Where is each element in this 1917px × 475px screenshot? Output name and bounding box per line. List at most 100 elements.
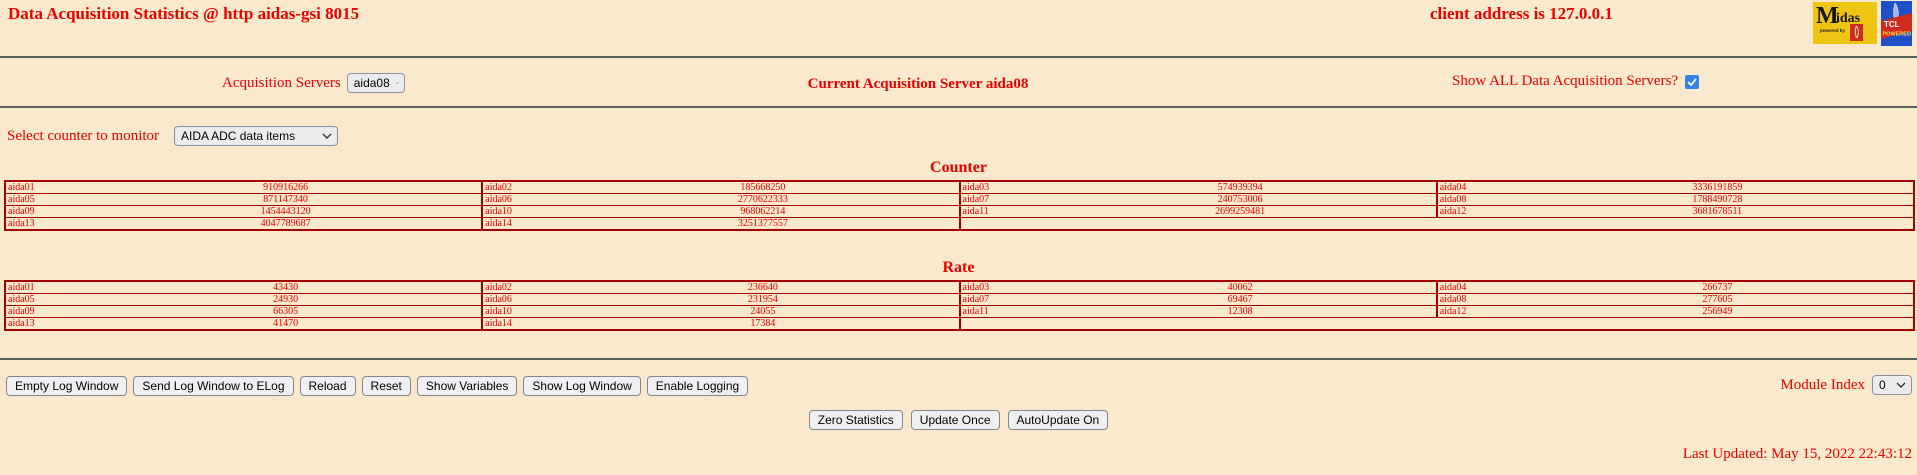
counter-cell-name: aida03 xyxy=(958,180,1045,194)
counter-cell-value: 3251377557 xyxy=(567,217,961,231)
counter-cell-name: aida08 xyxy=(1435,193,1522,206)
rate-cell-value: 231954 xyxy=(567,293,961,306)
svg-text:idas: idas xyxy=(1836,11,1861,26)
counter-cell-value: 968062214 xyxy=(567,205,961,218)
counter-cell-name: aida13 xyxy=(4,217,90,231)
rate-cell-name: aida06 xyxy=(481,293,568,306)
update-controls: Zero Statistics Update Once AutoUpdate On xyxy=(0,410,1917,430)
counter-cell-value: 2699259481 xyxy=(1044,205,1438,218)
counter-cell-name: aida10 xyxy=(481,205,568,218)
counter-cell-value: 185668250 xyxy=(567,180,961,194)
client-address: client address is 127.0.0.1 xyxy=(1430,4,1613,23)
module-index-select[interactable]: 0 xyxy=(1872,375,1912,395)
rate-section-title: Rate xyxy=(942,259,975,276)
rate-cell-name: aida08 xyxy=(1435,293,1522,306)
counter-row: aida01 910916266 aida02 185668250 aida03 5749… xyxy=(4,180,1916,194)
counter-cell-value: 4047789687 xyxy=(90,217,484,231)
counter-section-title: Counter xyxy=(930,159,987,176)
counter-cell-value: 3681678511 xyxy=(1521,205,1916,218)
counter-select-label: Select counter to monitor xyxy=(7,127,160,144)
rate-cell-name: aida03 xyxy=(958,280,1045,294)
footer-divider xyxy=(0,358,1917,360)
rate-cell-name: aida12 xyxy=(1435,305,1522,318)
midas-logo-image: M idas powered by xyxy=(1813,2,1877,44)
chevron-down-icon xyxy=(322,133,332,139)
update-autoupdate-on-button[interactable]: AutoUpdate On xyxy=(1007,410,1109,430)
counter-cell-value: 2770622333 xyxy=(567,193,961,206)
counter-cell-value: 240753006 xyxy=(1044,193,1438,206)
rate-cell-value: 24055 xyxy=(567,305,961,318)
svg-text:powered by: powered by xyxy=(1820,28,1846,33)
tcl-powered-logo[interactable]: TCL POWERED xyxy=(1881,1,1912,46)
counter-table-container: aida01 910916266 aida02 185668250 aida03 5749… xyxy=(4,180,1916,231)
page-title: Data Acquisition Statistics @ http aidas… xyxy=(8,4,360,23)
rate-row: aida09 66305 aida10 24055 aida11 12308 aida12 2… xyxy=(4,305,1916,318)
toolbar-empty-log-window-button[interactable]: Empty Log Window xyxy=(6,376,128,396)
svg-text:TCL: TCL xyxy=(1884,20,1900,29)
log-toolbar: Empty Log Window Send Log Window to ELog R… xyxy=(6,376,749,396)
toolbar-reload-button[interactable]: Reload xyxy=(299,376,356,396)
counter-cell-value: 3336191859 xyxy=(1521,180,1916,194)
rate-cell-name: aida11 xyxy=(958,305,1045,318)
tcl-powered-logo-image: TCL POWERED xyxy=(1881,1,1912,46)
counter-cell-name: aida11 xyxy=(958,205,1045,218)
rate-cell-name: aida10 xyxy=(481,305,568,318)
rate-cell-value: 69467 xyxy=(1044,293,1438,306)
counter-cell-name: aida01 xyxy=(4,180,90,194)
toolbar-send-log-window-to-elog-button[interactable]: Send Log Window to ELog xyxy=(133,376,294,396)
rate-cell-value: 12308 xyxy=(1044,305,1438,318)
rate-cell-name: aida13 xyxy=(4,317,90,331)
show-all-label: Show ALL Data Acquisition Servers? xyxy=(1452,73,1679,89)
counter-row: aida09 1454443120 aida10 968062214 aida11 269… xyxy=(4,205,1916,218)
chevron-down-icon xyxy=(1896,382,1906,388)
module-index-label: Module Index xyxy=(1780,376,1865,393)
counter-cell-name: aida05 xyxy=(4,193,90,206)
rate-cell-value: 24930 xyxy=(90,293,484,306)
update-update-once-button[interactable]: Update Once xyxy=(910,410,1000,430)
rate-cell-name: aida14 xyxy=(481,317,568,331)
rate-cell-value: 277605 xyxy=(1521,293,1916,306)
toolbar-enable-logging-button[interactable]: Enable Logging xyxy=(646,376,749,396)
rate-cell-name: aida04 xyxy=(1435,280,1522,294)
counter-cell-value: 1788490728 xyxy=(1521,193,1916,206)
toolbar-reset-button[interactable]: Reset xyxy=(361,376,411,396)
counter-cell-name: aida07 xyxy=(958,193,1045,206)
module-index-group: Module Index 0 xyxy=(1700,375,1912,395)
counter-cell-name: aida06 xyxy=(481,193,568,206)
rate-cell-value: 256949 xyxy=(1521,305,1916,318)
counter-cell-name: aida04 xyxy=(1435,180,1522,194)
counter-cell-name: aida02 xyxy=(481,180,568,194)
rate-cell-value: 266737 xyxy=(1521,280,1916,294)
daq-statistics-page: { "header": { "title": "Data Acquisition… xyxy=(0,0,1917,475)
header-divider xyxy=(0,56,1917,58)
midas-logo[interactable]: M idas powered by xyxy=(1813,2,1877,44)
counter-row: aida13 4047789687 aida14 3251377557 xyxy=(4,217,1914,231)
counter-cell-name: aida12 xyxy=(1435,205,1522,218)
counter-cell-value: 871147340 xyxy=(90,193,484,206)
counter-cell-value: 1454443120 xyxy=(90,205,484,218)
rate-cell-name: aida01 xyxy=(4,280,90,294)
svg-text:POWERED: POWERED xyxy=(1883,32,1911,38)
rate-cell-value: 66305 xyxy=(90,305,484,318)
toolbar-show-variables-button[interactable]: Show Variables xyxy=(416,376,518,396)
rate-cell-value: 17384 xyxy=(567,317,961,331)
counter-select-value: AIDA ADC data items xyxy=(181,129,296,143)
show-all-checkbox[interactable] xyxy=(1685,74,1700,89)
last-updated-text: Last Updated: May 15, 2022 22:43:12 xyxy=(1682,446,1912,462)
counter-select[interactable]: AIDA ADC data items xyxy=(174,126,339,146)
rate-row: aida05 24930 aida06 231954 aida07 69467 aida08… xyxy=(4,293,1916,306)
counter-select-group: Select counter to monitor AIDA ADC data … xyxy=(7,126,339,146)
rate-cell-value: 43430 xyxy=(90,280,484,294)
toolbar-show-log-window-button[interactable]: Show Log Window xyxy=(523,376,641,396)
rate-cell-name: aida02 xyxy=(481,280,568,294)
counter-cell-value: 910916266 xyxy=(90,180,484,194)
update-zero-statistics-button[interactable]: Zero Statistics xyxy=(808,410,903,430)
module-index-select-value: 0 xyxy=(1879,378,1886,392)
rate-row: aida01 43430 aida02 236640 aida03 40062 aida04… xyxy=(4,280,1916,294)
rate-cell-value: 236640 xyxy=(567,280,961,294)
rate-table: aida01 43430 aida02 236640 aida03 40062 aida04… xyxy=(4,280,1916,331)
rate-cell-value: 40062 xyxy=(1044,280,1438,294)
rate-cell-empty xyxy=(958,317,1914,331)
counter-cell-empty xyxy=(958,217,1914,231)
counter-row: aida05 871147340 aida06 2770622333 aida07 240… xyxy=(4,193,1916,206)
